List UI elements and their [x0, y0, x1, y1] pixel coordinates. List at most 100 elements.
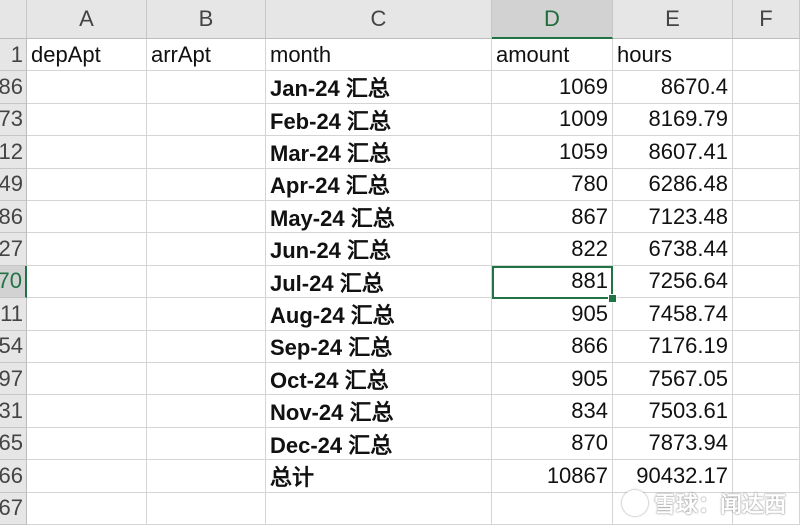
cell-depapt[interactable] [27, 71, 147, 104]
cell-arrapt[interactable] [147, 71, 266, 104]
column-header-e[interactable]: E [613, 0, 733, 39]
cell-hours[interactable]: 7503.61 [613, 395, 733, 428]
cell-hours[interactable]: 8607.41 [613, 136, 733, 169]
header-cell-b[interactable]: arrApt [147, 39, 266, 72]
cell-amount[interactable]: 10867 [492, 460, 613, 493]
row-header[interactable]: 67 [0, 492, 27, 525]
header-cell-f[interactable] [733, 39, 800, 72]
cell-f[interactable] [733, 265, 800, 299]
cell-month[interactable]: Sep-24 汇总 [266, 330, 492, 363]
cell-arrapt[interactable] [147, 363, 266, 396]
cell-hours[interactable]: 7256.64 [613, 265, 733, 299]
cell-amount[interactable]: 870 [492, 427, 613, 461]
cell-arrapt[interactable] [147, 492, 266, 525]
cell-depapt[interactable] [27, 103, 147, 137]
cell-depapt[interactable] [27, 265, 147, 299]
cell-depapt[interactable] [27, 492, 147, 525]
fill-handle[interactable] [608, 294, 617, 304]
cell-hours[interactable]: 8670.4 [613, 71, 733, 104]
cell-month[interactable]: May-24 汇总 [266, 201, 492, 234]
cell-arrapt[interactable] [147, 427, 266, 461]
cell-amount[interactable]: 834 [492, 395, 613, 428]
column-header-f[interactable]: F [733, 0, 800, 39]
column-header-b[interactable]: B [147, 0, 266, 39]
column-header-c[interactable]: C [266, 0, 492, 39]
cell-month[interactable] [266, 492, 492, 525]
cell-amount[interactable]: 881 [492, 265, 613, 299]
select-all-corner[interactable] [0, 0, 27, 39]
row-header[interactable]: 11 [0, 298, 27, 331]
cell-depapt[interactable] [27, 233, 147, 266]
cell-hours[interactable]: 7458.74 [613, 298, 733, 331]
row-header[interactable]: 12 [0, 136, 27, 169]
row-header[interactable]: 27 [0, 233, 27, 266]
cell-arrapt[interactable] [147, 395, 266, 428]
cell-arrapt[interactable] [147, 201, 266, 234]
header-cell-d[interactable]: amount [492, 39, 613, 72]
spreadsheet-grid[interactable]: A B C D E F 1 depApt arrApt month amount hours 86 Jan… [0, 0, 800, 527]
cell-f[interactable] [733, 201, 800, 234]
cell-depapt[interactable] [27, 395, 147, 428]
cell-month[interactable]: Apr-24 汇总 [266, 168, 492, 201]
row-header[interactable]: 73 [0, 103, 27, 137]
cell-month[interactable]: Dec-24 汇总 [266, 427, 492, 461]
cell-f[interactable] [733, 298, 800, 331]
header-cell-a[interactable]: depApt [27, 39, 147, 72]
cell-amount[interactable]: 822 [492, 233, 613, 266]
cell-f[interactable] [733, 168, 800, 201]
cell-depapt[interactable] [27, 330, 147, 363]
cell-amount[interactable]: 905 [492, 298, 613, 331]
cell-amount[interactable]: 867 [492, 201, 613, 234]
cell-month[interactable]: Aug-24 汇总 [266, 298, 492, 331]
row-header-1[interactable]: 1 [0, 39, 27, 72]
cell-hours[interactable]: 7567.05 [613, 363, 733, 396]
cell-f[interactable] [733, 103, 800, 137]
cell-month[interactable]: Jul-24 汇总 [266, 265, 492, 299]
column-header-a[interactable]: A [27, 0, 147, 39]
cell-month[interactable]: Mar-24 汇总 [266, 136, 492, 169]
cell-depapt[interactable] [27, 427, 147, 461]
cell-arrapt[interactable] [147, 103, 266, 137]
cell-depapt[interactable] [27, 136, 147, 169]
cell-arrapt[interactable] [147, 233, 266, 266]
cell-amount[interactable]: 1059 [492, 136, 613, 169]
cell-arrapt[interactable] [147, 136, 266, 169]
row-header[interactable]: 70 [0, 265, 27, 299]
cell-month[interactable]: Nov-24 汇总 [266, 395, 492, 428]
cell-month[interactable]: Jun-24 汇总 [266, 233, 492, 266]
cell-f[interactable] [733, 330, 800, 363]
header-cell-c[interactable]: month [266, 39, 492, 72]
cell-hours[interactable]: 7176.19 [613, 330, 733, 363]
cell-f[interactable] [733, 427, 800, 461]
cell-amount[interactable]: 1069 [492, 71, 613, 104]
cell-month[interactable]: Jan-24 汇总 [266, 71, 492, 104]
cell-arrapt[interactable] [147, 168, 266, 201]
cell-depapt[interactable] [27, 168, 147, 201]
cell-amount[interactable]: 866 [492, 330, 613, 363]
cell-hours[interactable]: 6286.48 [613, 168, 733, 201]
cell-arrapt[interactable] [147, 330, 266, 363]
row-header[interactable]: 49 [0, 168, 27, 201]
row-header[interactable]: 65 [0, 427, 27, 461]
cell-depapt[interactable] [27, 298, 147, 331]
row-header[interactable]: 86 [0, 201, 27, 234]
cell-month[interactable]: Oct-24 汇总 [266, 363, 492, 396]
cell-arrapt[interactable] [147, 265, 266, 299]
cell-f[interactable] [733, 71, 800, 104]
cell-month[interactable]: Feb-24 汇总 [266, 103, 492, 137]
cell-hours[interactable]: 7873.94 [613, 427, 733, 461]
cell-f[interactable] [733, 363, 800, 396]
row-header[interactable]: 66 [0, 460, 27, 493]
cell-f[interactable] [733, 136, 800, 169]
cell-arrapt[interactable] [147, 460, 266, 493]
cell-depapt[interactable] [27, 460, 147, 493]
cell-month[interactable]: 总计 [266, 460, 492, 493]
row-header[interactable]: 97 [0, 363, 27, 396]
cell-depapt[interactable] [27, 201, 147, 234]
cell-f[interactable] [733, 233, 800, 266]
cell-arrapt[interactable] [147, 298, 266, 331]
cell-amount[interactable]: 1009 [492, 103, 613, 137]
cell-amount[interactable]: 905 [492, 363, 613, 396]
cell-hours[interactable]: 8169.79 [613, 103, 733, 137]
cell-amount[interactable] [492, 492, 613, 525]
